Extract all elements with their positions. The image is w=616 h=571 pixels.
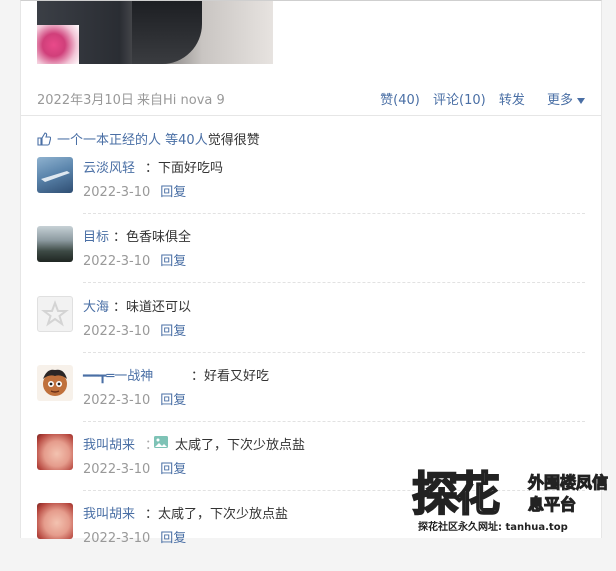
reply-button[interactable]: 回复 [160, 462, 186, 477]
watermark: 探花 外围楼凤信息平台 探花社区永久网址: tanhua.top [411, 467, 612, 534]
comment-text: ：太咸了，下次少放点盐 [145, 507, 289, 522]
comment-author[interactable]: 目标 [83, 226, 109, 245]
comment-author[interactable]: 我叫胡来 [83, 503, 135, 522]
post-image[interactable] [37, 1, 273, 64]
watermark-url: 探花社区永久网址: tanhua.top [418, 522, 568, 533]
like-count-link[interactable]: 等40人 [165, 133, 208, 148]
chevron-down-icon [577, 97, 585, 104]
image-pink-region [37, 25, 79, 64]
reply-button[interactable]: 回复 [160, 393, 186, 408]
reply-button[interactable]: 回复 [160, 185, 186, 200]
more-button[interactable]: 更多 [538, 93, 585, 108]
comment-item: 目标 ：色香味俱全 2022-3-10 回复 [37, 226, 585, 294]
reply-button[interactable]: 回复 [160, 531, 186, 546]
comment-text: 太咸了，下次少放点盐 [175, 438, 306, 453]
avatar[interactable] [37, 434, 73, 470]
comment-author[interactable]: 我叫胡来 [83, 434, 135, 453]
comment-text: ：味道还可以 [113, 300, 192, 315]
comment-date: 2022-3-10 [83, 393, 151, 408]
comment-text: ：下面好吃吗 [145, 161, 224, 176]
post-date: 2022年3月10日 [37, 93, 134, 108]
avatar[interactable] [37, 157, 73, 193]
comment-item: 大海 ：味道还可以 2022-3-10 回复 [37, 296, 585, 364]
comment-date: 2022-3-10 [83, 531, 151, 546]
comment-button[interactable]: 评论(10) [433, 93, 486, 108]
comment-meta: 2022-3-10 回复 [83, 389, 186, 408]
comment-author[interactable]: ━━┳═一战神 [83, 365, 153, 384]
comment-date: 2022-3-10 [83, 254, 151, 269]
watermark-tagline: 外围楼凤信息平台 [528, 473, 609, 515]
like-user-link[interactable]: 一个一本正经的人 [57, 133, 161, 148]
avatar[interactable] [37, 365, 73, 401]
avatar[interactable] [37, 226, 73, 262]
comment-divider [83, 282, 585, 283]
comment-date: 2022-3-10 [83, 324, 151, 339]
default-avatar-icon[interactable] [37, 296, 73, 332]
like-button[interactable]: 赞(40) [380, 93, 420, 108]
thumbs-up-icon [37, 131, 52, 150]
more-label: 更多 [546, 93, 573, 108]
post-meta: 2022年3月10日 来自Hi nova 9 赞(40) 评论(10) 转发 更… [37, 87, 585, 108]
comment-date: 2022-3-10 [83, 185, 151, 200]
forward-button[interactable]: 转发 [499, 93, 525, 108]
comment-author[interactable]: 大海 [83, 296, 109, 315]
comment-text: ：色香味俱全 [113, 230, 192, 245]
image-dark-region [132, 1, 202, 64]
post-source: 来自Hi nova 9 [137, 93, 225, 108]
divider [21, 115, 601, 116]
likes-row: 一个一本正经的人 等40人觉得很赞 [37, 129, 260, 150]
comment-meta: 2022-3-10 回复 [83, 181, 186, 200]
comment-meta: 2022-3-10 回复 [83, 320, 186, 339]
comment-divider [83, 213, 585, 214]
comment-meta: 2022-3-10 回复 [83, 250, 186, 269]
image-icon[interactable] [153, 434, 169, 454]
post-actions: 赞(40) 评论(10) 转发 更多 [371, 89, 585, 108]
reply-button[interactable]: 回复 [160, 324, 186, 339]
comment-divider [83, 421, 585, 422]
watermark-logo: 探花 [411, 467, 501, 521]
post-card: 2022年3月10日 来自Hi nova 9 赞(40) 评论(10) 转发 更… [20, 0, 602, 546]
reply-button[interactable]: 回复 [160, 254, 186, 269]
avatar[interactable] [37, 503, 73, 539]
comment-meta: 2022-3-10 回复 [83, 458, 186, 477]
comment-item: 云淡风轻 ：下面好吃吗 2022-3-10 回复 [37, 157, 585, 225]
comment-divider [83, 352, 585, 353]
comment-date: 2022-3-10 [83, 462, 151, 477]
likes-suffix: 觉得很赞 [207, 133, 260, 148]
comment-item: ━━┳═一战神 ：好看又好吃 2022-3-10 回复 [37, 365, 585, 433]
comment-text: ：好看又好吃 [191, 369, 270, 384]
comment-author[interactable]: 云淡风轻 [83, 157, 135, 176]
